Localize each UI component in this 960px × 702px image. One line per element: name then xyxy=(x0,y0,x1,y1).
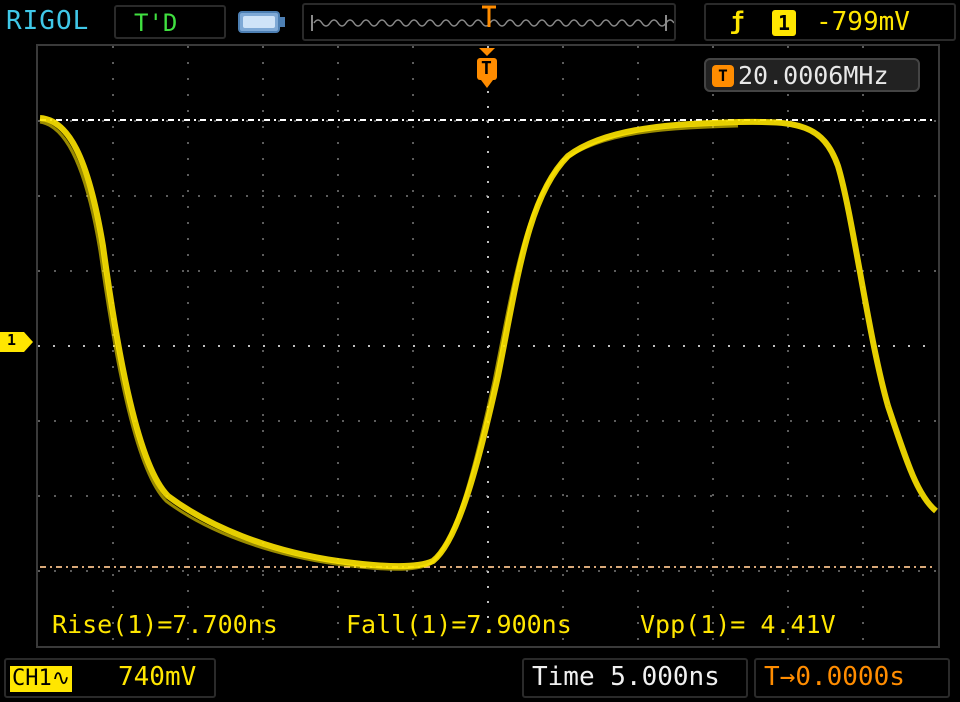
timebase-panel[interactable]: Time 5.000ns xyxy=(522,658,748,698)
fall-time-measurement: Fall(1)=7.900ns xyxy=(346,610,572,639)
trigger-icon: T xyxy=(712,65,734,87)
memory-waveform-icon xyxy=(311,5,675,31)
channel-1-marker[interactable] xyxy=(0,332,34,352)
trigger-position-label: T xyxy=(481,58,492,79)
run-status-label: T'D xyxy=(134,9,178,37)
volts-per-div: 740mV xyxy=(118,662,197,692)
memory-depth-bar[interactable] xyxy=(302,3,676,41)
horizontal-offset-value: 0.0000s xyxy=(795,662,905,692)
frequency-value: 20.0006MHz xyxy=(738,61,889,90)
waveform-display[interactable] xyxy=(36,44,940,648)
horizontal-offset-panel[interactable]: T→0.0000s xyxy=(754,658,950,698)
trigger-level: -799mV xyxy=(816,7,910,37)
channel-1-marker-label: 1 xyxy=(7,331,17,349)
rise-time-measurement: Rise(1)=7.700ns xyxy=(52,610,278,639)
grid-and-waveform xyxy=(38,46,939,646)
timebase-value: Time 5.000ns xyxy=(532,662,720,692)
run-status[interactable]: T'D xyxy=(114,5,226,39)
frequency-counter: T 20.0006MHz xyxy=(704,58,920,92)
channel-1-settings[interactable]: CH1∿ 740mV xyxy=(4,658,216,698)
horizontal-offset: T→0.0000s xyxy=(764,662,905,692)
trigger-panel[interactable]: ƒ 1 -799mV xyxy=(704,3,956,41)
vpp-measurement: Vpp(1)= 4.41V xyxy=(640,610,836,639)
brand-logo: RIGOL xyxy=(6,6,90,36)
channel-1-label: CH1∿ xyxy=(10,666,73,692)
trigger-offset-icon: T→ xyxy=(764,662,796,692)
rising-edge-icon: ƒ xyxy=(730,7,745,35)
trigger-source-badge: 1 xyxy=(772,10,796,36)
battery-icon xyxy=(238,11,285,33)
